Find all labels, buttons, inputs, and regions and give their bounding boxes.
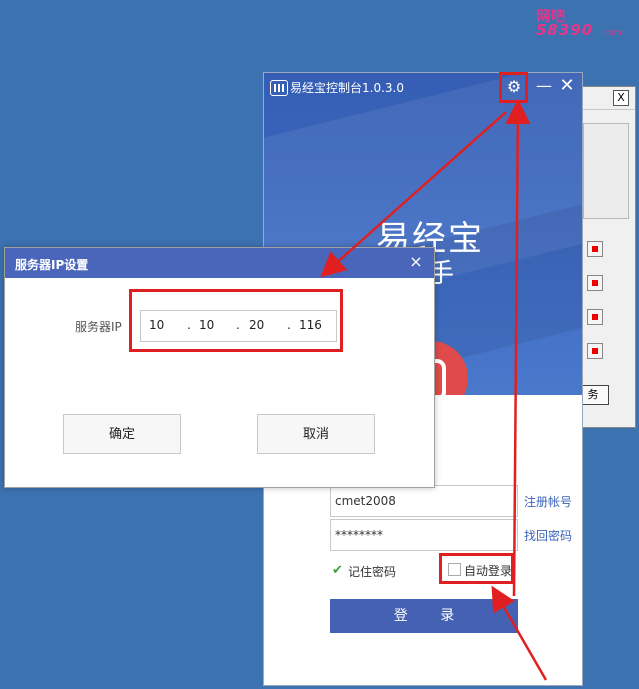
remember-password-label[interactable]: 记住密码 (348, 563, 396, 580)
watermark-domain-text: .com (602, 28, 622, 37)
register-link[interactable]: 注册帐号 (524, 493, 572, 510)
background-window: X 务 (577, 86, 636, 428)
app-logo-icon (270, 80, 288, 96)
red-indicator-button[interactable] (587, 343, 603, 359)
ip-highlight-box (129, 289, 343, 352)
auto-login-highlight-box (439, 553, 514, 584)
watermark-logo: 网吧 58390 .com (532, 6, 636, 42)
background-window-panel (583, 123, 629, 219)
login-button[interactable]: 登 录 (330, 599, 518, 633)
cancel-button[interactable]: 取消 (257, 414, 375, 454)
watermark-bottom-text: 58390 (536, 21, 594, 39)
background-window-close-button[interactable]: X (613, 90, 629, 106)
window-title: 易经宝控制台1.0.3.0 (290, 81, 404, 95)
dialog-close-icon[interactable]: × (407, 253, 425, 271)
gear-highlight-box (499, 72, 528, 103)
server-ip-label: 服务器IP (75, 320, 122, 334)
red-indicator-button[interactable] (587, 241, 603, 257)
username-input[interactable]: cmet2008 (330, 485, 518, 517)
dialog-titlebar: 服务器IP设置 × (5, 248, 434, 278)
close-icon[interactable]: ✕ (558, 77, 576, 95)
dialog-title: 服务器IP设置 (15, 258, 89, 272)
minimize-icon[interactable]: — (536, 78, 552, 95)
confirm-button[interactable]: 确定 (63, 414, 181, 454)
checkmark-icon[interactable]: ✔ (332, 563, 343, 578)
forgot-password-link[interactable]: 找回密码 (524, 527, 572, 544)
red-indicator-button[interactable] (587, 275, 603, 291)
red-indicator-button[interactable] (587, 309, 603, 325)
password-input[interactable]: ******** (330, 519, 518, 551)
background-window-titlebar: X (579, 87, 635, 110)
server-ip-dialog: 服务器IP设置 × 服务器IP 10 . 10 . 20 . 116 确定 取消 (4, 247, 435, 488)
